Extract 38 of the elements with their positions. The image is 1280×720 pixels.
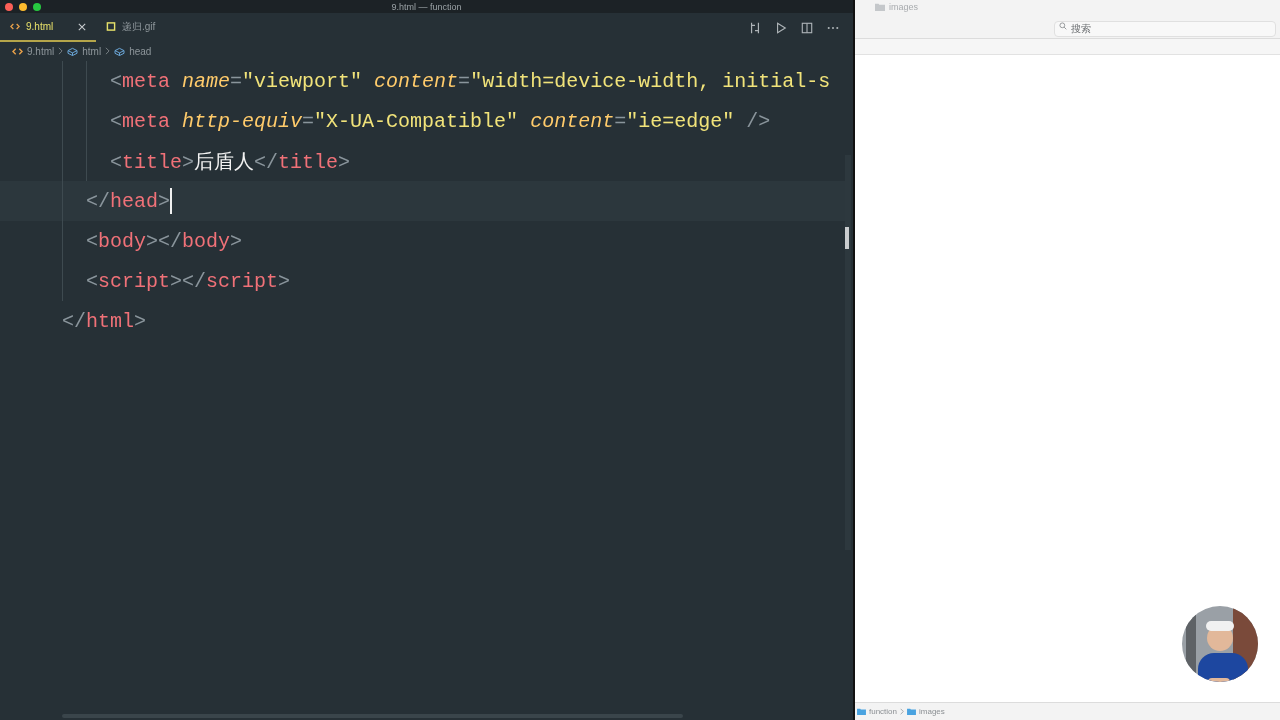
- close-icon[interactable]: [78, 22, 86, 31]
- chevron-icon: [105, 47, 111, 55]
- file-tab[interactable]: 递归.gif: [96, 13, 166, 42]
- folder-icon: [907, 708, 917, 715]
- breadcrumb-item[interactable]: html: [82, 45, 102, 57]
- breadcrumb-item[interactable]: 9.html: [27, 45, 55, 57]
- file-tab[interactable]: 9.html: [0, 13, 96, 42]
- minimize-window-button[interactable]: [19, 2, 27, 11]
- search-icon: [1059, 22, 1067, 30]
- code-line: </head>: [86, 189, 171, 213]
- window-title: images: [889, 2, 918, 12]
- chevron-icon: [900, 708, 905, 715]
- scrollbar-thumb[interactable]: [845, 227, 849, 249]
- code-icon: [12, 46, 23, 56]
- code-line: <title>后盾人</title>: [110, 149, 351, 175]
- zoom-window-button[interactable]: [33, 2, 41, 11]
- code-line: </html>: [62, 309, 147, 333]
- cube-icon: [114, 46, 126, 56]
- cube-icon: [67, 46, 79, 56]
- close-window-button[interactable]: [5, 2, 13, 11]
- path-item[interactable]: images: [919, 707, 945, 716]
- image-file-icon: [106, 22, 116, 31]
- compare-icon[interactable]: [749, 21, 761, 34]
- split-editor-icon[interactable]: [801, 21, 813, 34]
- text-cursor: [170, 188, 173, 214]
- search-field[interactable]: 搜索: [1054, 20, 1276, 37]
- folder-icon: [857, 708, 866, 715]
- breadcrumb-item[interactable]: head: [129, 45, 152, 57]
- window-title: 9.html — function: [391, 1, 462, 12]
- play-icon[interactable]: [775, 21, 787, 34]
- code-line: <body></body>: [86, 229, 243, 253]
- code-line: <meta name="viewport" content="width=device-width, initial-s: [110, 69, 831, 93]
- chevron-icon: [58, 47, 64, 55]
- path-item[interactable]: function: [869, 707, 898, 716]
- code-line: <meta http-equiv="X-UA-Compatible" content="ie=edge" />: [110, 109, 771, 133]
- code-icon: [10, 22, 20, 31]
- folder-icon: [875, 3, 885, 11]
- code-line: <script></script>: [86, 269, 291, 293]
